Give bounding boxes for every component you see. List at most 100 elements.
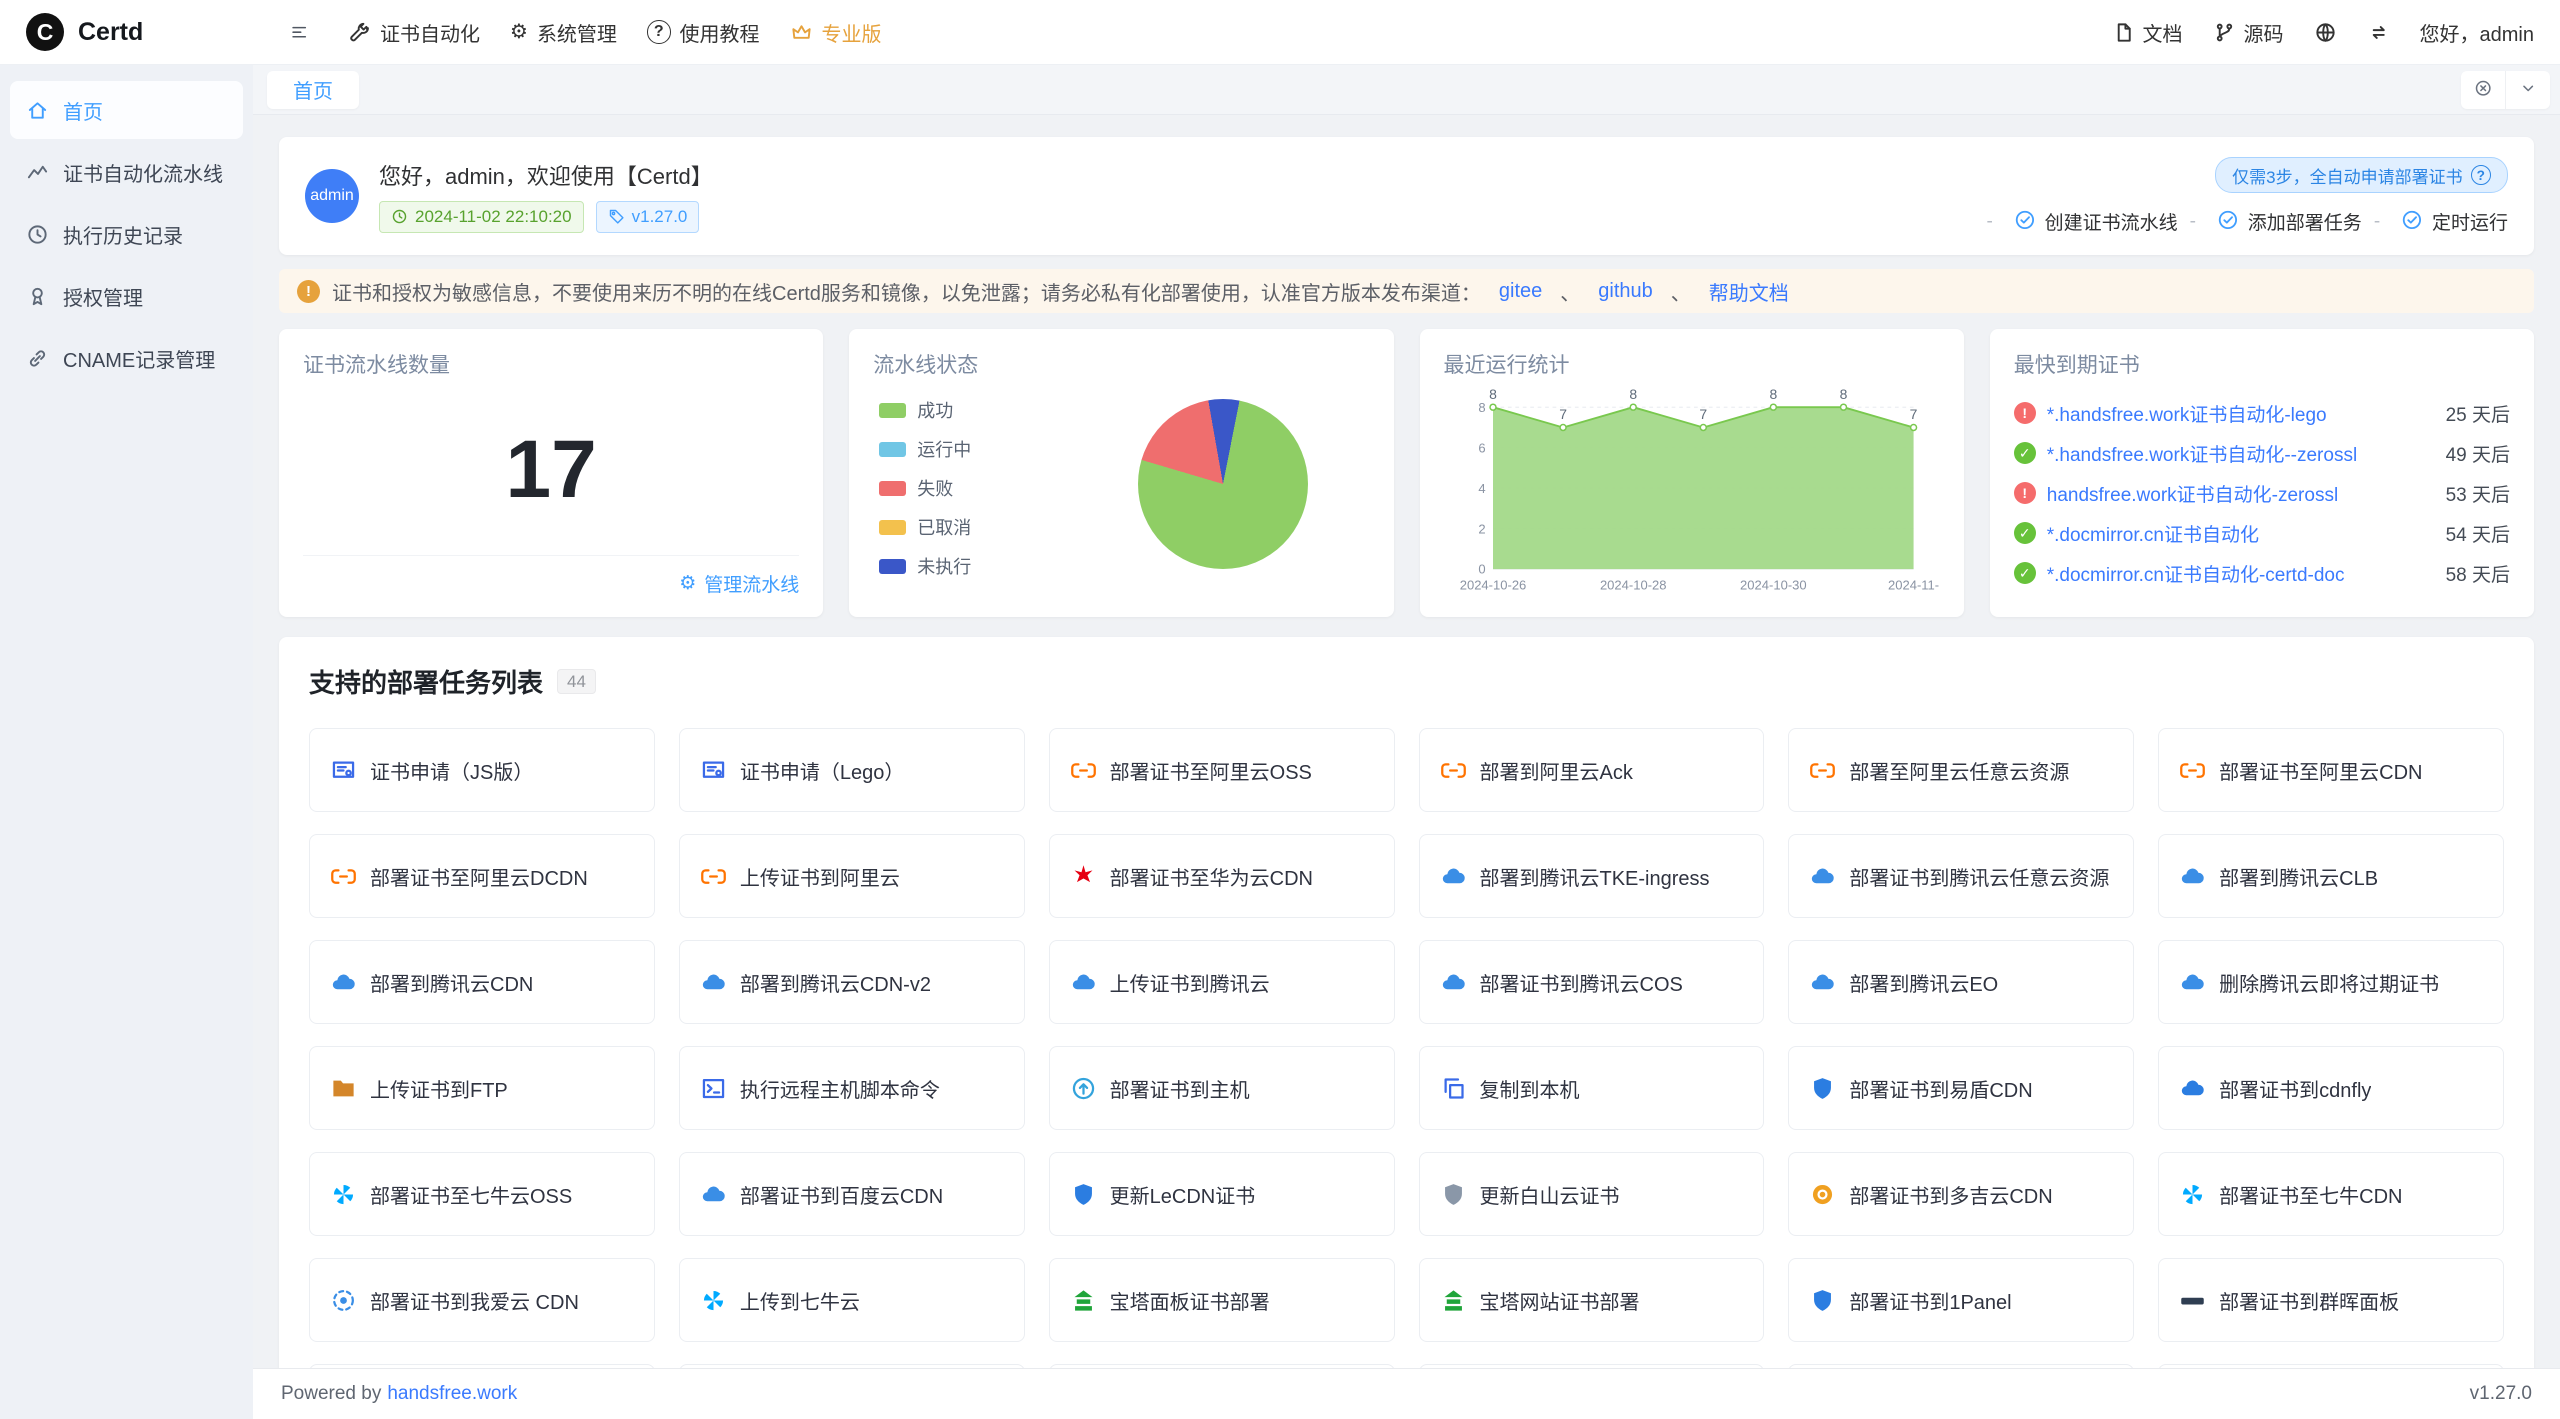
task-label: 部署到腾讯云CLB: [2219, 862, 2378, 891]
promo-badge[interactable]: 仅需3步，全自动申请部署证书 ?: [2215, 157, 2508, 193]
task-card[interactable]: 部署到腾讯云CLB: [2158, 834, 2504, 918]
pipeline-count-card: 证书流水线数量 17 ⚙ 管理流水线: [279, 329, 823, 617]
tasks-title: 支持的部署任务列表: [309, 663, 543, 700]
manage-pipelines-label: 管理流水线: [704, 570, 799, 597]
task-card[interactable]: 更新白山云证书: [1419, 1152, 1765, 1236]
close-tab-button[interactable]: [2461, 71, 2505, 109]
task-card[interactable]: 部署证书到1Panel: [1788, 1258, 2134, 1342]
header-nav-item[interactable]: 证书自动化: [333, 0, 495, 64]
task-card[interactable]: 部署证书到我爱云 CDN: [309, 1258, 655, 1342]
task-card[interactable]: 删除腾讯云即将过期证书: [2158, 940, 2504, 1024]
task-card[interactable]: 证书申请（JS版）: [309, 728, 655, 812]
task-label: 更新LeCDN证书: [1110, 1180, 1256, 1209]
task-card[interactable]: 部署到腾讯云CDN-v2: [679, 940, 1025, 1024]
task-icon: [2179, 757, 2206, 784]
task-card[interactable]: 部署到腾讯云EO: [1788, 940, 2134, 1024]
task-label: 部署证书到易盾CDN: [1849, 1074, 2032, 1103]
task-icon: [330, 757, 357, 784]
sidebar-item[interactable]: CNAME记录管理: [10, 329, 243, 387]
task-label: 部署证书到群晖面板: [2219, 1286, 2399, 1315]
expiry-link[interactable]: *.docmirror.cn证书自动化: [2047, 520, 2425, 547]
task-card[interactable]: 上传证书到FTP: [309, 1046, 655, 1130]
task-card[interactable]: 部署证书到腾讯云COS: [1419, 940, 1765, 1024]
sidebar-item-label: 证书自动化流水线: [63, 158, 223, 187]
header-nav-item[interactable]: ⚙ 系统管理: [495, 0, 632, 64]
task-card[interactable]: 部署证书到腾讯云任意云资源: [1788, 834, 2134, 918]
svg-text:8: 8: [1769, 386, 1777, 402]
setup-step[interactable]: - 定时运行: [2362, 208, 2508, 235]
manage-pipelines-link[interactable]: ⚙ 管理流水线: [303, 555, 799, 597]
task-label: 证书申请（Lego）: [740, 756, 905, 785]
powered-by-link[interactable]: handsfree.work: [387, 1383, 517, 1405]
plugin-button[interactable]: [2367, 21, 2390, 44]
expiry-link[interactable]: *.handsfree.work证书自动化--zerossl: [2047, 440, 2425, 467]
task-label: 部署证书至阿里云OSS: [1110, 756, 1312, 785]
task-card[interactable]: 宝塔面板证书部署: [1049, 1258, 1395, 1342]
gear-icon: ⚙: [679, 573, 696, 595]
task-card[interactable]: 部署到腾讯云CDN: [309, 940, 655, 1024]
status-icon: [2014, 562, 2036, 584]
user-avatar: admin: [305, 169, 359, 223]
task-card[interactable]: 执行远程主机脚本命令: [679, 1046, 1025, 1130]
recent-runs-title: 最近运行统计: [1444, 349, 1940, 379]
task-icon: [330, 1287, 357, 1314]
source-code-button[interactable]: 源码: [2213, 18, 2284, 47]
sidebar-item[interactable]: 执行历史记录: [10, 205, 243, 263]
task-card[interactable]: 上传证书到阿里云: [679, 834, 1025, 918]
task-card[interactable]: 部署证书到群晖面板: [2158, 1258, 2504, 1342]
expiry-link[interactable]: *.docmirror.cn证书自动化-certd-doc: [2047, 560, 2425, 587]
svg-text:7: 7: [1559, 406, 1567, 422]
sidebar-item[interactable]: 证书自动化流水线: [10, 143, 243, 201]
task-card[interactable]: 部署到阿里云Ack: [1419, 728, 1765, 812]
task-card[interactable]: 宝塔网站证书部署: [1419, 1258, 1765, 1342]
task-card[interactable]: 部署证书至阿里云CDN: [2158, 728, 2504, 812]
sidebar-collapse-button[interactable]: [279, 12, 319, 52]
powered-by-text: Powered by: [281, 1383, 381, 1405]
task-icon: [1809, 969, 1836, 996]
task-card[interactable]: 更新LeCDN证书: [1049, 1152, 1395, 1236]
task-card[interactable]: 部署证书到cdnfly: [2158, 1046, 2504, 1130]
header-nav-item[interactable]: ? 使用教程: [632, 0, 775, 64]
legend-label: 运行中: [917, 436, 971, 462]
sidebar-item[interactable]: 授权管理: [10, 267, 243, 325]
time-badge-text: 2024-11-02 22:10:20: [415, 207, 572, 227]
task-card[interactable]: 部署证书至华为云CDN: [1049, 834, 1395, 918]
task-card[interactable]: 部署证书到百度云CDN: [679, 1152, 1025, 1236]
svg-text:6: 6: [1478, 440, 1485, 455]
app-logo: C Certd: [0, 13, 253, 51]
tab-home[interactable]: 首页: [267, 71, 359, 109]
step-separator: -: [1986, 211, 1992, 233]
tasks-count-badge: 44: [557, 669, 596, 694]
header-nav-item[interactable]: 专业版: [775, 0, 897, 64]
docs-button[interactable]: 文档: [2112, 18, 2183, 47]
recent-runs-chart: 0246887878872024-10-262024-10-282024-10-…: [1444, 383, 1940, 597]
task-card[interactable]: 证书申请（Lego）: [679, 728, 1025, 812]
legend-swatch: [879, 481, 906, 496]
task-card[interactable]: 上传到七牛云: [679, 1258, 1025, 1342]
expiry-link[interactable]: *.handsfree.work证书自动化-lego: [2047, 400, 2425, 427]
task-card[interactable]: 部署证书至七牛CDN: [2158, 1152, 2504, 1236]
task-card[interactable]: 部署证书到多吉云CDN: [1788, 1152, 2134, 1236]
task-card[interactable]: 部署到腾讯云TKE-ingress: [1419, 834, 1765, 918]
expiry-link[interactable]: handsfree.work证书自动化-zerossl: [2047, 480, 2425, 507]
task-icon: [1070, 1075, 1097, 1102]
task-card[interactable]: 部署证书至阿里云DCDN: [309, 834, 655, 918]
sidebar-item[interactable]: 首页: [10, 81, 243, 139]
task-card[interactable]: 部署证书至阿里云OSS: [1049, 728, 1395, 812]
task-card[interactable]: 复制到本机: [1419, 1046, 1765, 1130]
task-card[interactable]: 部署至阿里云任意云资源: [1788, 728, 2134, 812]
task-card[interactable]: 上传证书到腾讯云: [1049, 940, 1395, 1024]
task-icon: [1070, 1181, 1097, 1208]
setup-step[interactable]: - 创建证书流水线: [1974, 208, 2177, 235]
task-label: 上传到七牛云: [740, 1286, 860, 1315]
task-card[interactable]: 部署证书至七牛云OSS: [309, 1152, 655, 1236]
task-grid: 证书申请（JS版） 证书申请（Lego） 部署证书至阿里云OSS 部署到阿里云A…: [309, 728, 2504, 1342]
user-menu[interactable]: 您好，admin: [2420, 18, 2534, 47]
task-card[interactable]: 部署证书到易盾CDN: [1788, 1046, 2134, 1130]
tabs-dropdown-button[interactable]: [2505, 71, 2550, 109]
task-card[interactable]: 部署证书到主机: [1049, 1046, 1395, 1130]
legend-item: 未执行: [879, 553, 971, 579]
setup-step[interactable]: - 添加部署任务: [2178, 208, 2362, 235]
pipeline-status-pie: [1138, 399, 1308, 569]
language-button[interactable]: [2314, 21, 2337, 44]
